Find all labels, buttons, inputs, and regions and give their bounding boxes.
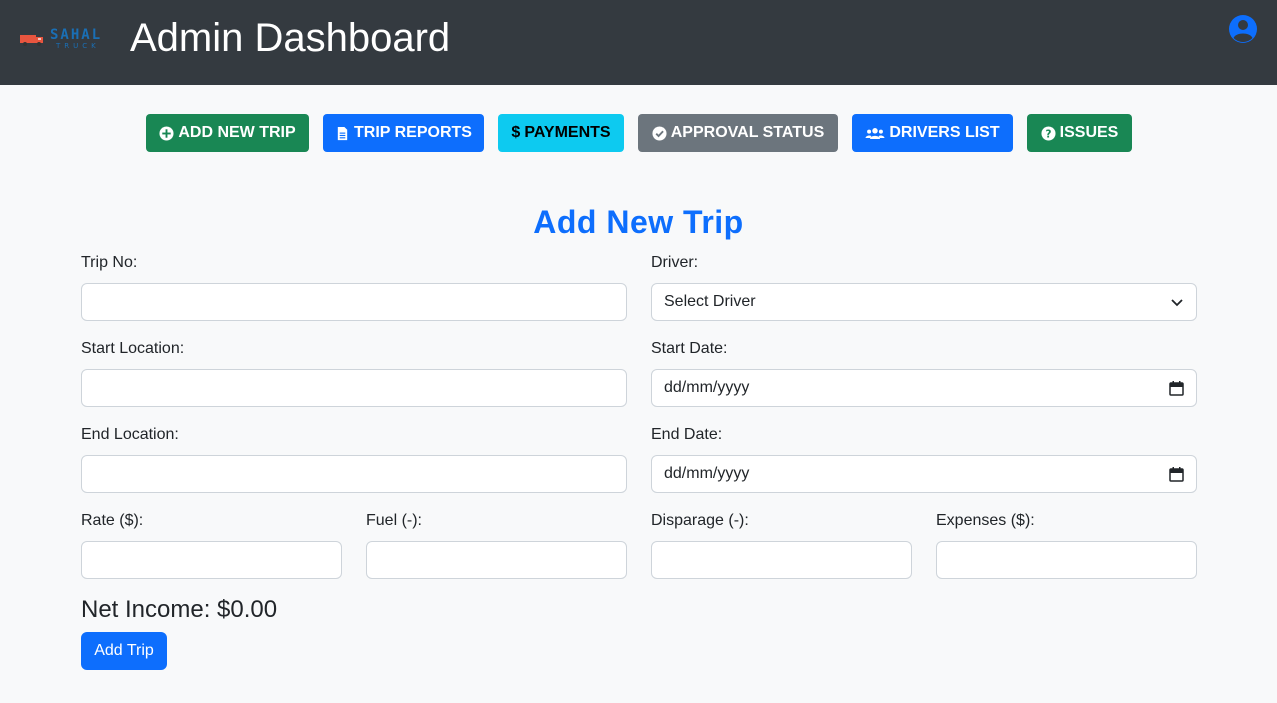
driver-select[interactable]: Select Driver <box>651 283 1197 321</box>
drivers-list-button[interactable]: DRIVERS LIST <box>852 114 1013 152</box>
end-date-input[interactable]: dd/mm/yyyy <box>651 455 1197 493</box>
rate-input[interactable] <box>81 541 342 579</box>
start-location-label: Start Location: <box>81 340 185 357</box>
start-date-input[interactable]: dd/mm/yyyy <box>651 369 1197 407</box>
fuel-input[interactable] <box>366 541 627 579</box>
trip-no-label: Trip No: <box>81 254 138 271</box>
chevron-down-icon <box>1171 299 1183 307</box>
check-circle-icon <box>652 125 667 141</box>
disparage-input[interactable] <box>651 541 912 579</box>
trip-reports-label: TRIP REPORTS <box>354 124 472 141</box>
disparage-label: Disparage (-): <box>651 512 749 529</box>
end-date-label: End Date: <box>651 426 723 443</box>
driver-label: Driver: <box>651 254 699 271</box>
end-location-input[interactable] <box>81 455 627 493</box>
rate-label: Rate ($): <box>81 512 144 529</box>
end-location-label: End Location: <box>81 426 179 443</box>
payments-button[interactable]: $ PAYMENTS <box>498 114 624 152</box>
user-circle-icon[interactable] <box>1228 14 1258 44</box>
brand-logo[interactable]: SAHAL TRUCK <box>20 27 108 53</box>
logo-subtext: TRUCK <box>56 42 100 50</box>
approval-status-button[interactable]: APPROVAL STATUS <box>638 114 838 152</box>
svg-text:?: ? <box>1045 128 1051 140</box>
payments-label: PAYMENTS <box>524 124 611 141</box>
page-title: Admin Dashboard <box>130 16 451 60</box>
plus-circle-icon <box>159 125 174 141</box>
document-icon <box>337 126 348 140</box>
end-date-placeholder: dd/mm/yyyy <box>664 465 750 482</box>
approval-status-label: APPROVAL STATUS <box>670 124 825 141</box>
expenses-label: Expenses ($): <box>936 512 1035 529</box>
logo-text: SAHAL <box>50 27 103 43</box>
add-trip-button[interactable]: Add Trip <box>81 632 167 670</box>
calendar-icon[interactable] <box>1169 466 1184 482</box>
issues-label: ISSUES <box>1059 124 1119 141</box>
top-navbar: SAHAL TRUCK Admin Dashboard <box>0 0 1277 85</box>
add-new-trip-button[interactable]: ADD NEW TRIP <box>146 114 309 152</box>
issues-button[interactable]: ? ISSUES <box>1027 114 1132 152</box>
add-new-trip-label: ADD NEW TRIP <box>178 124 296 141</box>
dollar-icon: $ <box>511 124 521 141</box>
trip-no-input[interactable] <box>81 283 627 321</box>
start-date-label: Start Date: <box>651 340 728 357</box>
users-icon <box>865 127 885 139</box>
expenses-input[interactable] <box>936 541 1197 579</box>
calendar-icon[interactable] <box>1169 380 1184 396</box>
start-location-input[interactable] <box>81 369 627 407</box>
start-date-placeholder: dd/mm/yyyy <box>664 379 750 396</box>
net-income: Net Income: $0.00 <box>81 596 278 623</box>
fuel-label: Fuel (-): <box>366 512 422 529</box>
truck-icon <box>20 35 43 46</box>
question-circle-icon: ? <box>1041 125 1056 141</box>
drivers-list-label: DRIVERS LIST <box>889 124 1000 141</box>
form-title: Add New Trip <box>533 204 744 240</box>
trip-reports-button[interactable]: TRIP REPORTS <box>323 114 484 152</box>
driver-select-value: Select Driver <box>664 293 756 310</box>
